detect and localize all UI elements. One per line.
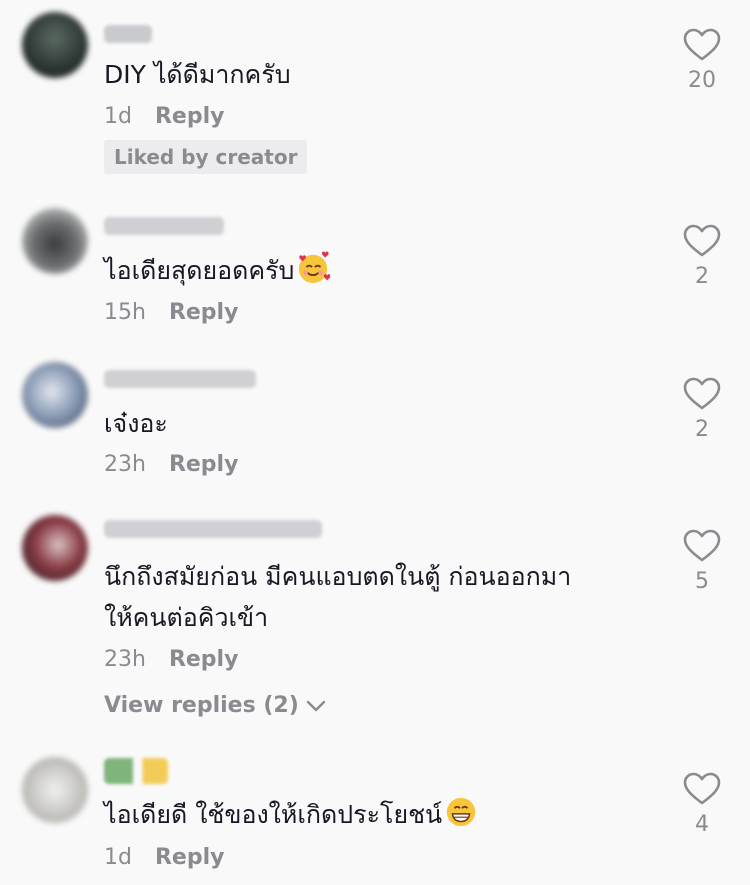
like-count: 20 (688, 68, 716, 93)
chevron-down-icon (306, 700, 325, 712)
comment-text: นึกถึงสมัยก่อน มีคนแอบตดในตู้ ก่อนออกมา (104, 562, 572, 591)
reply-button[interactable]: Reply (169, 300, 239, 325)
like-button[interactable]: 2 (683, 224, 721, 289)
like-button[interactable]: 5 (683, 529, 721, 594)
grinning-face-icon (446, 797, 476, 827)
smiling-face-with-hearts-icon (299, 251, 331, 284)
username-blurred[interactable] (104, 758, 168, 784)
avatar[interactable] (22, 208, 88, 274)
comment-time: 23h (104, 647, 146, 672)
comment-text-body: ไอเดียดี ใช้ของให้เกิดประโยชน์ (104, 800, 443, 829)
liked-by-creator-badge: Liked by creator (104, 140, 308, 174)
comment-time: 1d (104, 845, 132, 870)
like-count: 5 (695, 569, 709, 594)
heart-outline-icon (683, 224, 721, 257)
comment-text: ไอเดียดี ใช้ของให้เกิดประโยชน์ (104, 794, 478, 836)
avatar[interactable] (22, 757, 88, 823)
comment-text: เจ๋งอะ (104, 409, 168, 438)
comment-meta: 23h Reply (104, 452, 238, 477)
avatar[interactable] (22, 362, 88, 428)
comment-text-body: ไอเดียสุดยอดครับ (104, 256, 295, 285)
comment-time: 23h (104, 452, 146, 477)
comment-meta: 1d Reply (104, 104, 224, 129)
avatar[interactable] (22, 515, 88, 581)
avatar[interactable] (22, 12, 88, 78)
comment-meta: 1d Reply (104, 845, 224, 870)
reply-button[interactable]: Reply (155, 845, 225, 870)
heart-outline-icon (683, 772, 721, 805)
like-count: 4 (695, 812, 709, 837)
like-button[interactable]: 2 (683, 377, 721, 442)
username-blurred[interactable] (104, 520, 322, 538)
view-replies-button[interactable]: View replies (2) (104, 693, 327, 718)
username-blurred[interactable] (104, 217, 224, 235)
heart-outline-icon (683, 28, 721, 61)
comment-text: ไอเดียสุดยอดครับ (104, 250, 331, 292)
comment-time: 1d (104, 104, 132, 129)
like-count: 2 (695, 417, 709, 442)
like-button[interactable]: 4 (683, 772, 721, 837)
like-button[interactable]: 20 (683, 28, 721, 93)
comment-meta: 15h Reply (104, 300, 238, 325)
reply-button[interactable]: Reply (169, 647, 239, 672)
view-replies-label: View replies (2) (104, 693, 299, 718)
reply-button[interactable]: Reply (155, 104, 225, 129)
heart-outline-icon (683, 529, 721, 562)
comment-time: 15h (104, 300, 146, 325)
username-blurred[interactable] (104, 370, 256, 388)
comment-text-line2: ให้คนต่อคิวเข้า (104, 603, 269, 632)
like-count: 2 (695, 264, 709, 289)
comment-meta: 23h Reply (104, 647, 238, 672)
comment-text: DIY ได้ดีมากครับ (104, 60, 291, 89)
username-blurred[interactable] (104, 25, 152, 43)
reply-button[interactable]: Reply (169, 452, 239, 477)
heart-outline-icon (683, 377, 721, 410)
